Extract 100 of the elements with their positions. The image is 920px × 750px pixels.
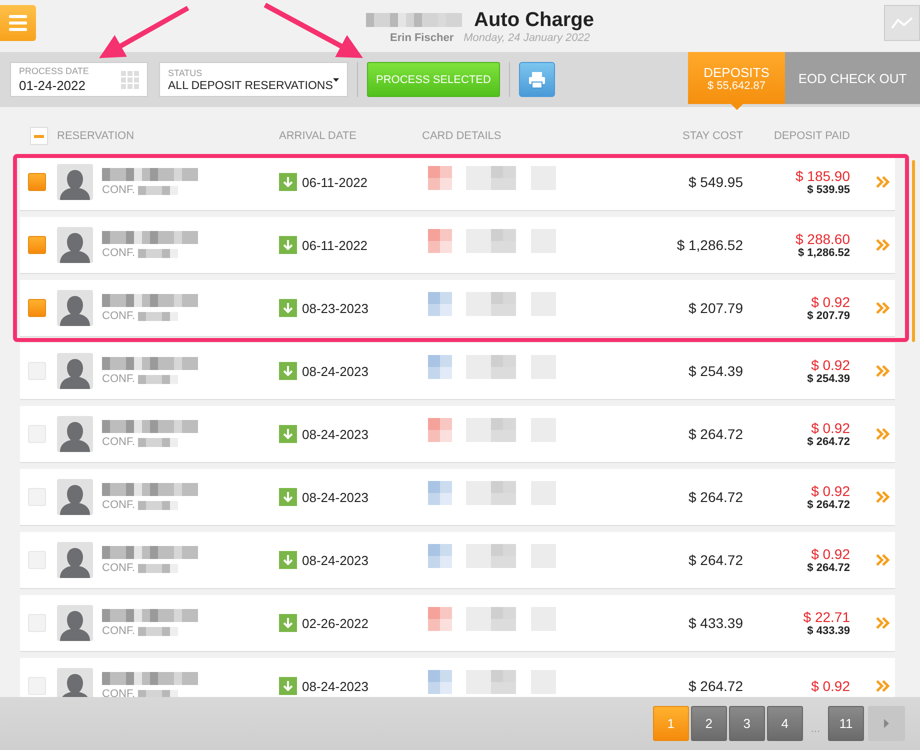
field-value: ALL DEPOSIT RESERVATIONS (168, 80, 333, 92)
deposit-total: $ 264.72 (807, 499, 850, 511)
deposit-total: $ 254.39 (807, 373, 850, 385)
next-page-button[interactable] (868, 706, 905, 741)
blurred-text-drawing (138, 690, 178, 697)
print-button[interactable] (519, 62, 555, 97)
deposit-amount: $ 185.90 (796, 168, 850, 184)
page-button[interactable]: 11 (828, 706, 864, 741)
next-icon (884, 719, 889, 728)
deposit-amount: $ 0.92 (811, 294, 850, 310)
line-chart-icon (891, 16, 913, 30)
row-checkbox[interactable] (28, 299, 46, 317)
row-checkbox[interactable] (28, 236, 46, 254)
arrival-date: 08-23-2023 (302, 300, 368, 316)
deposit-total: $ 433.39 (807, 625, 850, 637)
confirmation-label: CONF. (102, 562, 135, 574)
blurred-text-drawing (138, 438, 178, 446)
row-checkbox[interactable] (28, 173, 46, 191)
stay-cost: $ 1,286.52 (676, 237, 743, 253)
reservation-row[interactable]: CONF. 08-24-2023 $ 264.72 $ 0.92 $ 264.72 (20, 532, 895, 589)
page-ellipsis: ... (810, 722, 820, 734)
blurred-text-drawing (138, 186, 178, 194)
chart-button[interactable] (884, 5, 920, 41)
chevron-right-icon[interactable] (876, 491, 890, 503)
printer-icon (528, 70, 546, 88)
reservation-row[interactable]: CONF. 08-23-2023 $ 207.79 $ 0.92 $ 207.79 (20, 280, 895, 337)
reservation-row[interactable]: CONF. 08-24-2023 $ 264.72 $ 0.92 $ 264.72 (20, 406, 895, 463)
column-header: STAY COST (682, 130, 743, 142)
chevron-right-icon[interactable] (876, 176, 890, 188)
blurred-text-drawing (138, 500, 178, 510)
arrival-date: 02-26-2022 (302, 616, 368, 630)
deposit-total: $ 264.72 (807, 562, 850, 574)
deposit-total: $ 539.95 (807, 184, 850, 196)
chevron-right-icon[interactable] (876, 428, 890, 440)
chevron-right-icon[interactable] (876, 617, 890, 629)
arrival-date: 08-24-2023 (302, 426, 368, 442)
process-date-field[interactable]: PROCESS DATE 01-24-2022 (10, 62, 148, 97)
reservation-row[interactable]: CONF. 06-11-2022 $ 1,286.52 $ 288.60 $ 1,286.52 (20, 217, 895, 274)
deposit-total: $ 207.79 (807, 310, 850, 322)
select-all-checkbox[interactable] (30, 127, 48, 145)
confirmation-label: CONF. (102, 436, 135, 448)
deposit-amount: $ 22.71 (803, 609, 850, 625)
field-value: 01-24-2022 (19, 78, 86, 93)
deposit-amount: $ 0.92 (811, 483, 850, 499)
confirmation-label: CONF. (102, 625, 135, 637)
avatar-icon (57, 479, 93, 515)
avatar-icon (57, 353, 93, 389)
column-header: DEPOSIT PAID (774, 130, 850, 142)
confirmation-label: CONF. (102, 184, 135, 196)
page-button[interactable]: 4 (766, 706, 803, 741)
confirmation-label: CONF. (102, 499, 135, 511)
stay-cost: $ 264.72 (688, 489, 743, 505)
arrival-date: 08-24-2023 (302, 490, 368, 504)
arrival-date: 06-11-2022 (302, 238, 368, 252)
page-button[interactable]: 2 (690, 706, 727, 741)
arrival-date: 08-24-2023 (302, 552, 368, 568)
avatar-icon (57, 605, 93, 641)
status-dropdown[interactable]: STATUS ALL DEPOSIT RESERVATIONS (159, 62, 348, 97)
stay-cost: $ 433.39 (688, 615, 743, 631)
avatar-icon (57, 668, 93, 697)
chevron-right-icon[interactable] (876, 680, 890, 692)
field-label: PROCESS DATE (19, 66, 89, 76)
caret-icon (332, 78, 339, 82)
avatar-icon (57, 542, 93, 578)
deposit-total: $ 1,286.52 (798, 247, 850, 259)
confirmation-label: CONF. (102, 310, 135, 322)
page-button[interactable]: 3 (728, 706, 765, 741)
confirmation-label: CONF. (102, 688, 135, 697)
chevron-right-icon[interactable] (876, 239, 890, 251)
stay-cost: $ 549.95 (688, 174, 743, 190)
calendar-icon (121, 70, 139, 88)
arrival-date: 06-11-2022 (302, 174, 368, 190)
chevron-right-icon[interactable] (876, 365, 890, 377)
blurred-text-drawing (138, 248, 178, 258)
deposit-amount: $ 0.92 (811, 546, 850, 562)
avatar-icon (57, 416, 93, 452)
stay-cost: $ 264.72 (688, 552, 743, 568)
reservation-row[interactable]: CONF. 02-26-2022 $ 433.39 $ 22.71 $ 433.39 (20, 595, 895, 652)
menu-icon (9, 15, 27, 31)
arrival-date: 08-24-2023 (302, 364, 368, 378)
reservation-row[interactable]: CONF. 08-24-2023 $ 264.72 $ 0.92 $ 264.72 (20, 469, 895, 526)
stay-cost: $ 264.72 (688, 678, 743, 694)
deposit-amount: $ 0.92 (811, 420, 850, 436)
confirmation-label: CONF. (102, 247, 135, 259)
avatar-icon (57, 290, 93, 326)
menu-button[interactable] (0, 5, 36, 41)
chevron-right-icon[interactable] (876, 302, 890, 314)
column-header: ARRIVAL DATE (279, 130, 356, 142)
avatar-icon (57, 227, 93, 263)
confirmation-label: CONF. (102, 373, 135, 385)
chevron-right-icon[interactable] (876, 554, 890, 566)
current-date: Monday, 24 January 2022 (464, 32, 590, 44)
reservation-row[interactable]: CONF. 08-24-2023 $ 264.72 $ 0.92 (20, 658, 895, 697)
blurred-text-drawing (138, 312, 178, 320)
arrival-date: 08-24-2023 (302, 678, 368, 694)
tab-pointer (730, 104, 742, 110)
reservation-row[interactable]: CONF. 08-24-2023 $ 254.39 $ 0.92 $ 254.39 (20, 343, 895, 400)
column-header: RESERVATION (57, 130, 134, 142)
page-title: Auto Charge (474, 8, 594, 32)
deposit-total: $ 264.72 (807, 436, 850, 448)
